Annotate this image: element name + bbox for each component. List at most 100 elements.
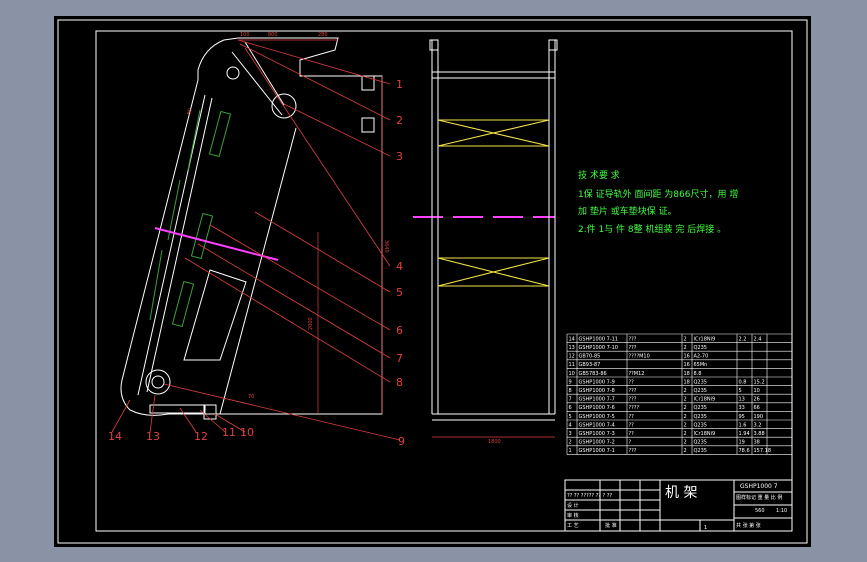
parts-cell: Q235	[694, 448, 707, 454]
parts-cell: 10	[754, 388, 760, 394]
parts-cell: 3	[569, 431, 572, 437]
parts-cell: 13	[739, 397, 745, 403]
notes-line-2: 加 垫片 或车垫块保 证。	[578, 205, 677, 217]
parts-cell: Q235	[694, 405, 707, 411]
parts-cell: GSHP1000 7-6	[579, 405, 615, 411]
balloon-14: 14	[108, 430, 122, 443]
balloon-1: 1	[396, 78, 403, 91]
parts-cell: ???	[629, 397, 637, 403]
parts-cell: GSHP1000 7-9	[579, 379, 615, 385]
parts-cell: Q235	[694, 379, 707, 385]
parts-cell: GB5783-86	[579, 371, 607, 377]
parts-cell: 18	[684, 371, 690, 377]
parts-cell: ICr18Ni9	[694, 336, 716, 342]
title-stage: 图样标记 重 量 比 例	[736, 494, 782, 501]
parts-cell: 190	[754, 414, 764, 420]
parts-cell: ??	[629, 422, 635, 428]
dim-right-height: 3640	[383, 240, 389, 253]
parts-cell: GSHP1000 7-4	[579, 422, 615, 428]
parts-cell: 4	[569, 422, 572, 428]
parts-cell: 11	[569, 362, 575, 368]
balloon-10: 10	[240, 426, 254, 439]
parts-cell: Q235	[694, 345, 707, 351]
parts-cell: 8.8	[694, 371, 702, 377]
parts-cell: 9	[569, 379, 572, 385]
title-row-d: 工 艺	[567, 523, 579, 529]
parts-cell: 2	[684, 431, 687, 437]
parts-cell: ??	[629, 414, 635, 420]
parts-cell: 12	[569, 354, 575, 360]
parts-cell: ????M10	[629, 354, 650, 360]
title-scale: 1:10	[776, 508, 787, 514]
title-row-e: 批 准	[605, 522, 617, 529]
parts-cell: Q235	[694, 422, 707, 428]
parts-cell: 0.8	[739, 379, 747, 385]
title-weight: 560	[755, 508, 765, 514]
balloon-2: 2	[396, 114, 403, 127]
parts-cell: 2	[684, 448, 687, 454]
parts-cell: 38	[754, 440, 760, 446]
balloon-9: 9	[398, 435, 405, 448]
parts-cell: 2	[684, 414, 687, 420]
parts-cell: 7	[569, 397, 572, 403]
dim-angle: 70	[248, 394, 254, 400]
parts-cell: 2.2	[739, 336, 747, 342]
balloon-3: 3	[396, 150, 403, 163]
balloon-5: 5	[396, 286, 403, 299]
parts-cell: ??	[629, 431, 635, 437]
parts-cell: 2	[684, 345, 687, 351]
parts-cell: ??	[629, 379, 635, 385]
title-row-a: ?? ?? ????? ?? ? ??	[567, 493, 612, 499]
parts-cell: Q235	[694, 414, 707, 420]
parts-cell: 18	[684, 379, 690, 385]
balloon-7: 7	[396, 352, 403, 365]
parts-cell: 1	[569, 448, 572, 454]
parts-cell: 14	[569, 336, 575, 342]
parts-cell: GSHP1000 7-11	[579, 336, 619, 342]
parts-cell: 2	[684, 440, 687, 446]
title-sheet-no: 1	[704, 525, 707, 531]
balloon-4: 4	[396, 260, 403, 273]
parts-cell: 10	[569, 371, 575, 377]
dim-top-c: 280	[318, 32, 328, 38]
parts-cell: GSHP1000 7-1	[579, 448, 615, 454]
parts-cell: GSHP1000 7-8	[579, 388, 615, 394]
parts-cell: ???	[629, 345, 637, 351]
cad-drawing-viewport[interactable]: 100 800 280 3640 2000 70 80 1800 1234567…	[0, 0, 867, 562]
title-row-c: 审 核	[567, 512, 579, 519]
parts-cell: GSHP1000 7-2	[579, 440, 615, 446]
parts-cell: GB93-87	[579, 362, 601, 368]
parts-cell: 3.2	[754, 422, 762, 428]
parts-cell: 26	[754, 397, 760, 403]
dim-top-b: 800	[268, 32, 278, 38]
dim-inner-height: 2000	[308, 317, 314, 330]
balloon-6: 6	[396, 324, 403, 337]
parts-cell: ???	[629, 336, 637, 342]
parts-cell: GSHP1000 7-7	[579, 397, 615, 403]
parts-cell: 16	[684, 354, 690, 360]
parts-cell: ICr18Ni9	[694, 397, 716, 403]
parts-cell: 2	[569, 440, 572, 446]
parts-cell: 2	[684, 422, 687, 428]
balloon-13: 13	[146, 430, 160, 443]
parts-cell: 13	[569, 345, 575, 351]
notes-line-3: 2.件 1与 件 8整 机组装 完 后焊接 。	[578, 223, 726, 235]
parts-cell: GB70-85	[579, 354, 601, 360]
parts-cell: 2.4	[754, 336, 762, 342]
parts-cell: 157.18	[754, 448, 772, 454]
parts-cell: 6	[569, 405, 572, 411]
parts-cell: ?	[629, 440, 632, 446]
parts-cell: 66	[754, 405, 760, 411]
parts-cell: 33	[739, 405, 745, 411]
parts-cell: GSHP1000 7-10	[579, 345, 619, 351]
parts-cell: 3.88	[754, 431, 765, 437]
parts-cell: 1.6	[739, 422, 747, 428]
parts-cell: 2	[684, 405, 687, 411]
parts-cell: 95	[739, 414, 745, 420]
parts-cell: 15.2	[754, 379, 765, 385]
parts-cell: 2	[684, 388, 687, 394]
parts-cell: A2-70	[694, 354, 709, 360]
parts-cell: 2	[684, 397, 687, 403]
dim-top-a: 100	[240, 32, 250, 38]
parts-cell: 2	[684, 336, 687, 342]
